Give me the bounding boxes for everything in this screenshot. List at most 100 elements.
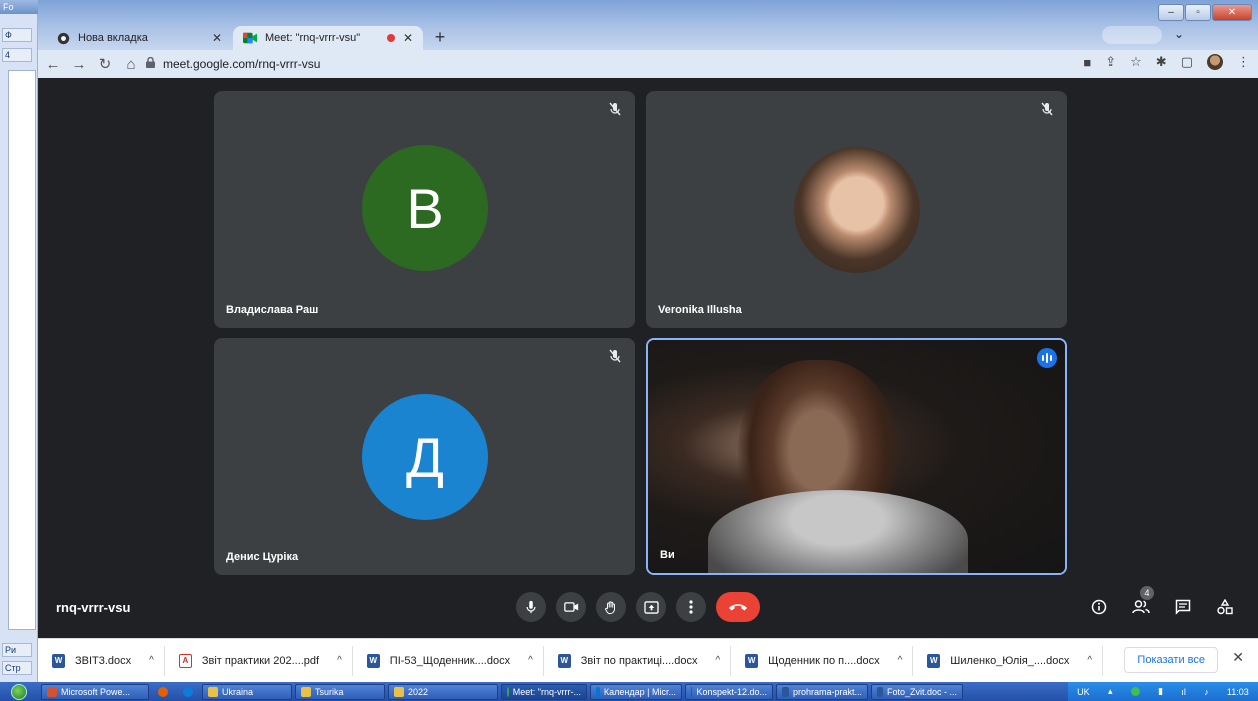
close-downloads-icon[interactable]: ✕ (1232, 649, 1244, 666)
present-screen-button[interactable] (636, 592, 666, 622)
extensions-icon[interactable]: ✱ (1156, 54, 1167, 70)
close-icon[interactable]: ✕ (403, 31, 413, 45)
reload-icon[interactable]: ↻ (94, 53, 116, 75)
chat-icon (1175, 599, 1191, 615)
tab-title: Meet: "rnq-vrrr-vsu" (265, 32, 361, 44)
show-all-downloads-button[interactable]: Показати все (1124, 647, 1218, 673)
taskbar-item[interactable]: Konspekt-12.do... (685, 683, 773, 700)
taskbar-item[interactable] (177, 684, 199, 700)
tray-expand-icon[interactable]: ▴ (1108, 686, 1113, 697)
signal-icon[interactable]: ıl (1181, 687, 1186, 697)
avatar-initial: В (406, 176, 444, 240)
taskbar-item[interactable] (152, 684, 174, 700)
close-icon[interactable]: ✕ (212, 31, 222, 45)
taskbar-item[interactable]: Tsurika (295, 683, 385, 700)
tab-search-chevron-icon[interactable]: ⌄ (1174, 27, 1184, 41)
download-file-name: Шиленко_Юлія_....docx (950, 654, 1070, 667)
background-button-1[interactable]: Ф (2, 28, 32, 42)
raise-hand-button[interactable] (596, 592, 626, 622)
profile-avatar[interactable] (1207, 54, 1223, 70)
folder-icon (394, 686, 404, 697)
chevron-up-icon[interactable]: ^ (149, 655, 154, 666)
home-icon[interactable]: ⌂ (120, 53, 142, 75)
share-icon[interactable]: ⇪ (1105, 54, 1116, 70)
clock[interactable]: 11:03 (1227, 687, 1249, 697)
taskbar-item-label: Meet: "rnq-vrrr-... (512, 686, 581, 697)
edge-icon (183, 686, 193, 697)
leave-call-button[interactable] (716, 592, 760, 622)
background-button-3[interactable]: Ри (2, 643, 32, 657)
tab-strip: Нова вкладка ✕ Meet: "rnq-vrrr-vsu" ✕ + … (38, 0, 1258, 50)
language-indicator[interactable]: UK (1077, 687, 1090, 697)
chevron-up-icon[interactable]: ^ (528, 655, 533, 666)
side-panel-icon[interactable]: ▢ (1181, 54, 1193, 70)
security-icon[interactable] (1130, 687, 1140, 696)
chevron-up-icon[interactable]: ^ (337, 655, 342, 666)
minimize-button[interactable]: – (1158, 4, 1184, 21)
taskbar-item[interactable]: Microsoft Powe... (41, 683, 149, 700)
participant-tile[interactable]: Д Денис Цурiка (214, 338, 635, 575)
avatar: В (362, 145, 488, 271)
chat-button[interactable] (1172, 596, 1194, 618)
participant-tile[interactable]: В Владислава Раш (214, 91, 635, 328)
volume-icon[interactable]: ♪ (1204, 687, 1209, 697)
background-button-4[interactable]: Стр (2, 661, 32, 675)
download-item[interactable]: W ЗВІТ3.docx ^ (38, 645, 165, 676)
word-file-icon: W (927, 653, 941, 668)
bookmark-star-icon[interactable]: ☆ (1130, 54, 1142, 70)
word-icon (782, 686, 789, 697)
tab-new-tab[interactable]: Нова вкладка ✕ (46, 26, 232, 50)
taskbar-item[interactable]: 2022 (388, 683, 498, 700)
chrome-icon (507, 686, 509, 697)
activities-button[interactable] (1214, 596, 1236, 618)
meeting-details-button[interactable] (1088, 596, 1110, 618)
microphone-button[interactable] (516, 592, 546, 622)
menu-kebab-icon[interactable]: ⋮ (1237, 54, 1250, 70)
more-options-button[interactable] (676, 592, 706, 622)
chevron-up-icon[interactable]: ^ (715, 655, 720, 666)
download-item[interactable]: W Шиленко_Юлія_....docx ^ (913, 645, 1104, 676)
new-tab-button[interactable]: + (430, 28, 450, 48)
chevron-up-icon[interactable]: ^ (898, 655, 903, 666)
start-button[interactable] (0, 682, 38, 701)
forward-icon[interactable]: → (68, 53, 90, 75)
camera-in-use-icon[interactable]: ■ (1083, 55, 1091, 70)
maximize-button[interactable]: ▫ (1185, 4, 1211, 21)
meeting-side-controls: 4 (1088, 586, 1236, 618)
profile-pill[interactable] (1102, 26, 1162, 44)
profile-photo-avatar (794, 147, 920, 273)
back-icon[interactable]: ← (42, 53, 64, 75)
download-item[interactable]: W ПІ-53_Щоденник....docx ^ (353, 645, 544, 676)
window-close-button[interactable]: ✕ (1212, 4, 1252, 21)
people-button[interactable]: 4 (1130, 586, 1154, 618)
participant-tile[interactable]: Veronika Illusha (646, 91, 1067, 328)
taskbar-item[interactable]: prohrama-prakt... (776, 683, 868, 700)
present-icon (643, 600, 659, 614)
taskbar-item[interactable]: Календар | Micr... (590, 683, 682, 700)
word-file-icon: W (557, 653, 571, 668)
self-video-tile[interactable]: Ви (646, 338, 1067, 575)
taskbar-item[interactable]: Foto_Zvit.doc - ... (871, 683, 963, 700)
avatar: Д (362, 394, 488, 520)
network-icon[interactable]: ▮ (1158, 686, 1163, 697)
more-options-icon (689, 600, 693, 614)
taskbar-item[interactable]: Ukraina (202, 683, 292, 700)
download-file-name: Щоденник по п....docx (768, 654, 880, 667)
download-item[interactable]: A Звіт практики 202....pdf ^ (165, 645, 353, 676)
download-item[interactable]: W Звіт по практиці....docx ^ (544, 645, 732, 676)
taskbar-item-label: Foto_Zvit.doc - ... (886, 686, 957, 697)
camera-button[interactable] (556, 592, 586, 622)
chevron-up-icon[interactable]: ^ (1087, 655, 1092, 666)
word-icon (877, 686, 883, 697)
participant-name: Ви (660, 549, 675, 561)
background-button-2[interactable]: 4 (2, 48, 32, 62)
toolbar-actions: ■ ⇪ ☆ ✱ ▢ ⋮ (1083, 54, 1250, 70)
download-item[interactable]: W Щоденник по п....docx ^ (731, 645, 914, 676)
tab-meet[interactable]: Meet: "rnq-vrrr-vsu" ✕ (233, 26, 423, 50)
taskbar-item-active[interactable]: Meet: "rnq-vrrr-... (501, 683, 587, 700)
meeting-code: rnq-vrrr-vsu (56, 600, 131, 615)
taskbar-item-label: prohrama-prakt... (792, 686, 862, 697)
participant-name: Владислава Раш (226, 304, 319, 316)
address-bar[interactable]: meet.google.com/rnq-vrrr-vsu (146, 53, 1146, 75)
meet-icon (243, 31, 257, 45)
